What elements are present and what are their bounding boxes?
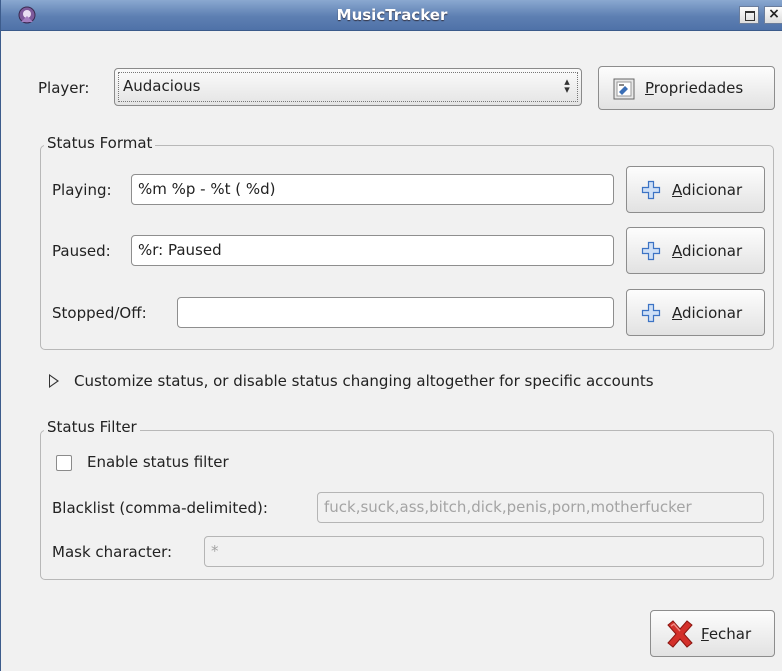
close-x-icon bbox=[667, 620, 693, 648]
properties-button-label: Propriedades bbox=[645, 79, 744, 97]
enable-status-filter-label[interactable]: Enable status filter bbox=[87, 453, 229, 471]
status-filter-title: Status Filter bbox=[44, 418, 140, 436]
properties-icon bbox=[613, 78, 635, 100]
player-select-value: Audacious bbox=[123, 77, 201, 95]
stopped-label: Stopped/Off: bbox=[52, 304, 147, 322]
blacklist-input[interactable]: fuck,suck,ass,bitch,dick,penis,porn,moth… bbox=[317, 492, 764, 523]
window-title: MusicTracker bbox=[336, 6, 448, 24]
status-format-title: Status Format bbox=[44, 134, 156, 152]
playing-label: Playing: bbox=[52, 181, 112, 199]
expander-arrow-icon[interactable] bbox=[49, 374, 59, 388]
properties-button[interactable]: Propriedades bbox=[598, 66, 775, 110]
chevron-updown-icon: ▴ ▾ bbox=[564, 75, 570, 96]
mask-character-input[interactable]: * bbox=[204, 536, 764, 567]
playing-format-input[interactable]: %m %p - %t ( %d) bbox=[131, 174, 614, 205]
blacklist-value: fuck,suck,ass,bitch,dick,penis,porn,moth… bbox=[324, 498, 692, 516]
fechar-button[interactable]: Fechar bbox=[650, 610, 775, 657]
paused-label: Paused: bbox=[52, 242, 111, 260]
close-icon[interactable]: × bbox=[764, 6, 782, 24]
add-paused-label: Adicionar bbox=[672, 242, 743, 260]
player-select[interactable]: Audacious ▴ ▾ bbox=[114, 68, 582, 106]
blacklist-label: Blacklist (comma-delimited): bbox=[52, 499, 268, 517]
title-bar[interactable]: MusicTracker × bbox=[1, 0, 782, 31]
paused-format-value: %r: Paused bbox=[138, 241, 222, 259]
add-paused-button[interactable]: Adicionar bbox=[626, 227, 765, 274]
enable-status-filter-checkbox[interactable] bbox=[56, 455, 72, 471]
add-stopped-label: Adicionar bbox=[672, 304, 743, 322]
customize-status-expander[interactable]: Customize status, or disable status chan… bbox=[74, 372, 654, 390]
music-tracker-window: MusicTracker × Player: Audacious ▴ ▾ Prop… bbox=[0, 0, 782, 671]
add-stopped-button[interactable]: Adicionar bbox=[626, 289, 765, 336]
add-playing-label: Adicionar bbox=[672, 181, 743, 199]
paused-format-input[interactable]: %r: Paused bbox=[131, 235, 614, 266]
add-icon bbox=[641, 241, 661, 261]
fechar-button-label: Fechar bbox=[701, 625, 752, 643]
playing-format-value: %m %p - %t ( %d) bbox=[138, 180, 276, 198]
stopped-format-input[interactable] bbox=[177, 297, 614, 328]
add-icon bbox=[641, 303, 661, 323]
player-label: Player: bbox=[38, 79, 90, 97]
maximize-icon[interactable] bbox=[739, 6, 759, 24]
add-playing-button[interactable]: Adicionar bbox=[626, 166, 765, 213]
mask-character-value: * bbox=[211, 542, 219, 560]
mask-character-label: Mask character: bbox=[52, 543, 173, 561]
add-icon bbox=[641, 180, 661, 200]
